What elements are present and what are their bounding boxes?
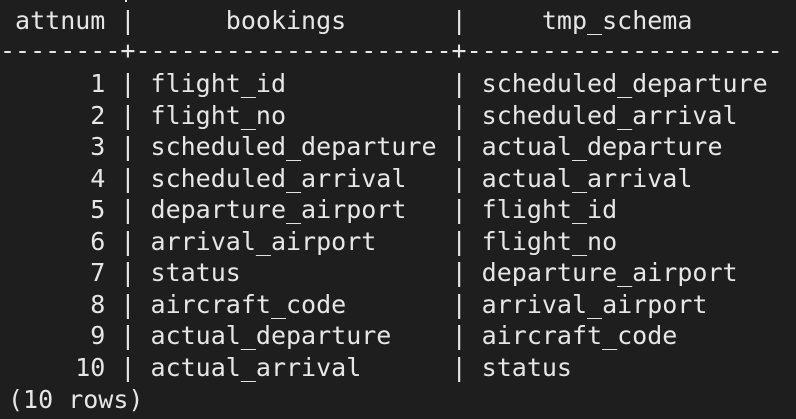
column-separator: | [451,163,482,193]
column-separator: | [451,100,482,130]
cell-bookings: flight_no [150,100,452,130]
cell-bookings: actual_arrival [150,352,452,382]
header-separator: | [451,6,467,35]
cell-tmp-schema: scheduled_departure [481,69,768,98]
table-row: 10 | actual_arrival | status [0,352,768,384]
cell-attnum: 1 [0,69,121,98]
cell-attnum: 7 [0,258,121,287]
column-separator: | [120,195,151,224]
table-row: 5 | departure_airport | flight_id [0,194,768,226]
table-row: 2 | flight_no | scheduled_arrival [0,100,768,132]
column-separator: | [451,258,482,287]
terminal-window[interactable]: attnum | bookings | tmp_schema --------+… [0,0,796,419]
cell-tmp-schema: arrival_airport [481,289,708,319]
cell-bookings: departure_airport [150,195,452,224]
cell-attnum: 2 [0,100,121,130]
column-separator: | [120,226,151,256]
column-separator: | [451,289,482,319]
table-body: 1 | flight_id | scheduled_departure 2 | … [0,68,768,384]
cell-bookings: aircraft_code [150,289,452,319]
column-separator: | [451,195,482,224]
cell-bookings: status [150,258,452,287]
cell-attnum: 4 [0,163,121,193]
table-row: 1 | flight_id | scheduled_departure [0,68,768,100]
table-row: 3 | scheduled_departure | actual_departu… [0,131,768,163]
cell-bookings: flight_id [150,69,452,98]
column-separator: | [451,69,482,98]
cell-attnum: 6 [0,226,121,256]
row-count: (10 rows) [8,385,144,414]
header-cell-attnum: attnum [0,6,121,35]
cell-bookings: arrival_airport [150,226,452,256]
cell-attnum: 3 [0,132,121,161]
column-separator: | [451,321,482,350]
cell-attnum: 9 [0,321,121,350]
column-separator: | [120,321,151,350]
table-header: attnum | bookings | tmp_schema [0,5,783,37]
column-separator: | [120,352,151,382]
cell-bookings: actual_departure [150,321,452,350]
cell-attnum: 8 [0,289,121,319]
column-separator: | [120,69,151,98]
cell-tmp-schema: actual_arrival [481,163,693,193]
cell-tmp-schema: departure_airport [481,258,738,287]
column-separator: | [120,289,151,319]
cell-tmp-schema: status [481,352,572,382]
cell-attnum: 5 [0,195,121,224]
cursor-stub [125,0,127,2]
cell-tmp-schema: actual_departure [481,132,723,161]
cell-bookings: scheduled_departure [150,132,452,161]
cell-tmp-schema: flight_id [481,195,618,224]
table-separator: --------+---------------------+---------… [0,36,783,65]
column-separator: | [451,352,482,382]
table-row: 4 | scheduled_arrival | actual_arrival [0,163,768,195]
table-row: 6 | arrival_airport | flight_no [0,226,768,258]
column-separator: | [451,132,482,161]
cell-bookings: scheduled_arrival [150,163,452,193]
column-separator: | [120,163,151,193]
header-separator: | [120,6,136,35]
column-separator: | [120,100,151,130]
header-cell-tmp-schema: tmp_schema [466,6,783,35]
table-row: 9 | actual_departure | aircraft_code [0,320,768,352]
cell-tmp-schema: scheduled_arrival [481,100,738,130]
cell-tmp-schema: aircraft_code [481,321,678,350]
column-separator: | [451,226,482,256]
table-row: 7 | status | departure_airport [0,257,768,289]
column-separator: | [120,258,151,287]
cell-attnum: 10 [0,352,121,382]
cell-tmp-schema: flight_no [481,226,618,256]
table-row: 8 | aircraft_code | arrival_airport [0,289,768,321]
header-cell-bookings: bookings [135,6,452,35]
column-separator: | [120,132,151,161]
